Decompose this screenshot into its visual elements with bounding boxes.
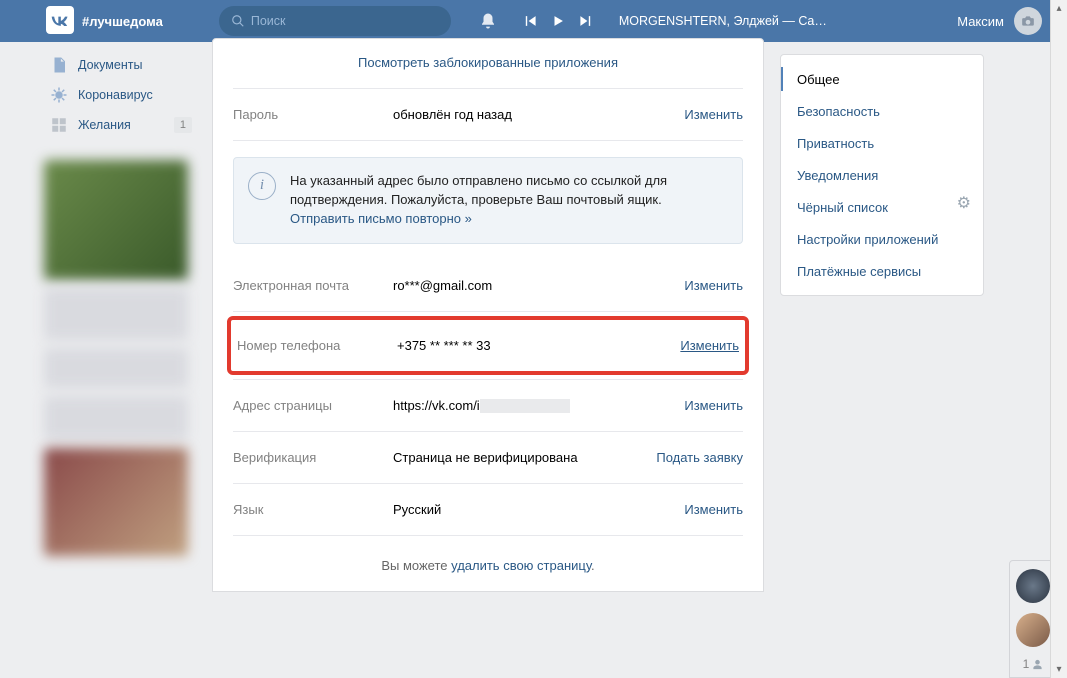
delete-suffix: . bbox=[591, 558, 595, 573]
widget-blurred bbox=[44, 448, 188, 556]
nav-coronavirus[interactable]: Коронавирус bbox=[44, 80, 200, 110]
user-menu[interactable]: Максим ▾ bbox=[957, 0, 1057, 42]
sidebar-widgets bbox=[44, 160, 188, 556]
audio-player: MORGENSHTERN, Элджей — Cadill... bbox=[523, 14, 829, 28]
user-name: Максим bbox=[957, 14, 1004, 29]
next-track-icon[interactable] bbox=[579, 14, 593, 28]
settings-nav-notifications[interactable]: Уведомления bbox=[781, 159, 983, 191]
nav-item-label: Желания bbox=[78, 118, 131, 132]
row-value: Страница не верифицирована bbox=[393, 450, 656, 465]
settings-nav-general[interactable]: Общее bbox=[781, 63, 983, 95]
notifications-icon[interactable] bbox=[479, 11, 497, 31]
change-address-link[interactable]: Изменить bbox=[684, 398, 743, 413]
row-label: Адрес страницы bbox=[233, 398, 393, 413]
row-value: обновлён год назад bbox=[393, 107, 684, 122]
nav-item-label: Коронавирус bbox=[78, 88, 153, 102]
scroll-up-arrow[interactable]: ▴ bbox=[1051, 0, 1067, 17]
avatar bbox=[1014, 7, 1042, 35]
widget-blurred bbox=[44, 288, 188, 340]
settings-nav-panel: Общее Безопасность Приватность Уведомлен… bbox=[780, 54, 984, 592]
prev-track-icon[interactable] bbox=[523, 14, 537, 28]
vk-logo[interactable] bbox=[46, 6, 74, 34]
change-language-link[interactable]: Изменить bbox=[684, 502, 743, 517]
row-label: Язык bbox=[233, 502, 393, 517]
person-icon bbox=[1032, 659, 1043, 670]
gear-icon[interactable]: ⚙ bbox=[957, 193, 971, 213]
settings-nav-privacy[interactable]: Приватность bbox=[781, 127, 983, 159]
settings-panel: Посмотреть заблокированные приложения Па… bbox=[212, 38, 764, 592]
friend-avatar[interactable] bbox=[1016, 569, 1050, 603]
top-bar: #лучшедома MORGENSHTERN, Элджей — Cadill… bbox=[0, 0, 1067, 42]
email-confirm-notice: i На указанный адрес было отправлено пис… bbox=[233, 157, 743, 244]
notice-text: На указанный адрес было отправлено письм… bbox=[290, 173, 667, 207]
settings-nav-payments[interactable]: Платёжные сервисы bbox=[781, 255, 983, 287]
settings-nav-apps[interactable]: Настройки приложений bbox=[781, 223, 983, 255]
friend-avatar[interactable] bbox=[1016, 613, 1050, 647]
row-address: Адрес страницы https://vk.com/i Изменить bbox=[233, 379, 743, 433]
delete-page-link[interactable]: удалить свою страницу bbox=[451, 558, 591, 573]
document-icon bbox=[50, 56, 68, 74]
url-hidden-part bbox=[480, 399, 570, 413]
change-email-link[interactable]: Изменить bbox=[684, 278, 743, 293]
row-phone: Номер телефона +375 ** *** ** 33 Изменит… bbox=[237, 320, 739, 371]
widget-blurred bbox=[44, 160, 188, 280]
change-password-link[interactable]: Изменить bbox=[684, 107, 743, 122]
virus-icon bbox=[50, 86, 68, 104]
row-value: ro***@gmail.com bbox=[393, 278, 684, 293]
left-sidebar: Документы Коронавирус Желания 1 bbox=[0, 42, 200, 592]
blocked-apps-link[interactable]: Посмотреть заблокированные приложения bbox=[358, 55, 618, 70]
settings-nav: Общее Безопасность Приватность Уведомлен… bbox=[780, 54, 984, 296]
search-input[interactable] bbox=[251, 14, 431, 28]
nav-documents[interactable]: Документы bbox=[44, 50, 200, 80]
nav-wishes[interactable]: Желания 1 bbox=[44, 110, 200, 140]
hashtag-link[interactable]: #лучшедома bbox=[82, 14, 163, 29]
blocked-apps-row: Посмотреть заблокированные приложения bbox=[233, 39, 743, 89]
row-password: Пароль обновлён год назад Изменить bbox=[233, 89, 743, 141]
delete-prefix: Вы можете bbox=[381, 558, 451, 573]
row-email: Электронная почта ro***@gmail.com Измени… bbox=[233, 260, 743, 312]
delete-page-row: Вы можете удалить свою страницу. bbox=[233, 535, 743, 591]
phone-highlight: Номер телефона +375 ** *** ** 33 Изменит… bbox=[227, 316, 749, 375]
settings-nav-blacklist[interactable]: Чёрный список bbox=[781, 191, 983, 223]
row-label: Пароль bbox=[233, 107, 393, 122]
vertical-scrollbar[interactable]: ▴ ▾ bbox=[1050, 0, 1067, 678]
play-icon[interactable] bbox=[551, 14, 565, 28]
scroll-down-arrow[interactable]: ▾ bbox=[1051, 661, 1067, 678]
row-label: Номер телефона bbox=[237, 338, 397, 353]
friends-online-count: 1 bbox=[1023, 657, 1044, 671]
nav-item-label: Документы bbox=[78, 58, 142, 72]
verify-request-link[interactable]: Подать заявку bbox=[656, 450, 743, 465]
camera-icon bbox=[1021, 14, 1035, 28]
now-playing-track[interactable]: MORGENSHTERN, Элджей — Cadill... bbox=[619, 14, 829, 28]
widget-blurred bbox=[44, 396, 188, 440]
vk-icon bbox=[50, 14, 70, 26]
search-icon bbox=[231, 14, 245, 28]
row-verification: Верификация Страница не верифицирована П… bbox=[233, 432, 743, 484]
nav-badge: 1 bbox=[174, 117, 192, 133]
row-value: https://vk.com/i bbox=[393, 398, 684, 414]
settings-nav-security[interactable]: Безопасность bbox=[781, 95, 983, 127]
resend-email-link[interactable]: Отправить письмо повторно » bbox=[290, 211, 472, 226]
row-label: Электронная почта bbox=[233, 278, 393, 293]
row-value: +375 ** *** ** 33 bbox=[397, 338, 680, 353]
squares-icon bbox=[50, 116, 68, 134]
info-icon: i bbox=[248, 172, 276, 200]
search-box[interactable] bbox=[219, 6, 451, 36]
row-label: Верификация bbox=[233, 450, 393, 465]
widget-blurred bbox=[44, 348, 188, 388]
row-value: Русский bbox=[393, 502, 684, 517]
change-phone-link[interactable]: Изменить bbox=[680, 338, 739, 353]
row-language: Язык Русский Изменить bbox=[233, 484, 743, 535]
